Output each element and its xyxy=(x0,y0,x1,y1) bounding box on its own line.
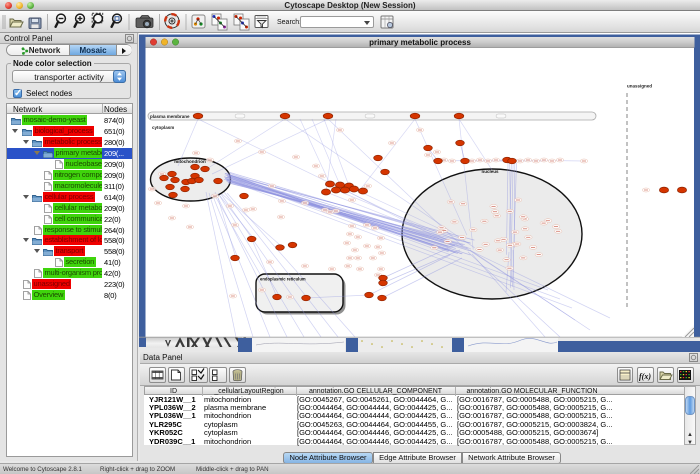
svg-text:unassigned: unassigned xyxy=(627,84,652,89)
svg-text:primary metabolic process: primary metabolic process xyxy=(369,38,471,47)
svg-text:nucleus: nucleus xyxy=(481,169,499,174)
svg-text:f(x): f(x) xyxy=(639,372,651,381)
svg-text:endoplasmic reticulum: endoplasmic reticulum xyxy=(260,277,306,282)
svg-text:cytoplasm: cytoplasm xyxy=(152,125,174,130)
svg-text:mitochondrion: mitochondrion xyxy=(174,159,206,164)
svg-text:plasma membrane: plasma membrane xyxy=(150,114,190,119)
